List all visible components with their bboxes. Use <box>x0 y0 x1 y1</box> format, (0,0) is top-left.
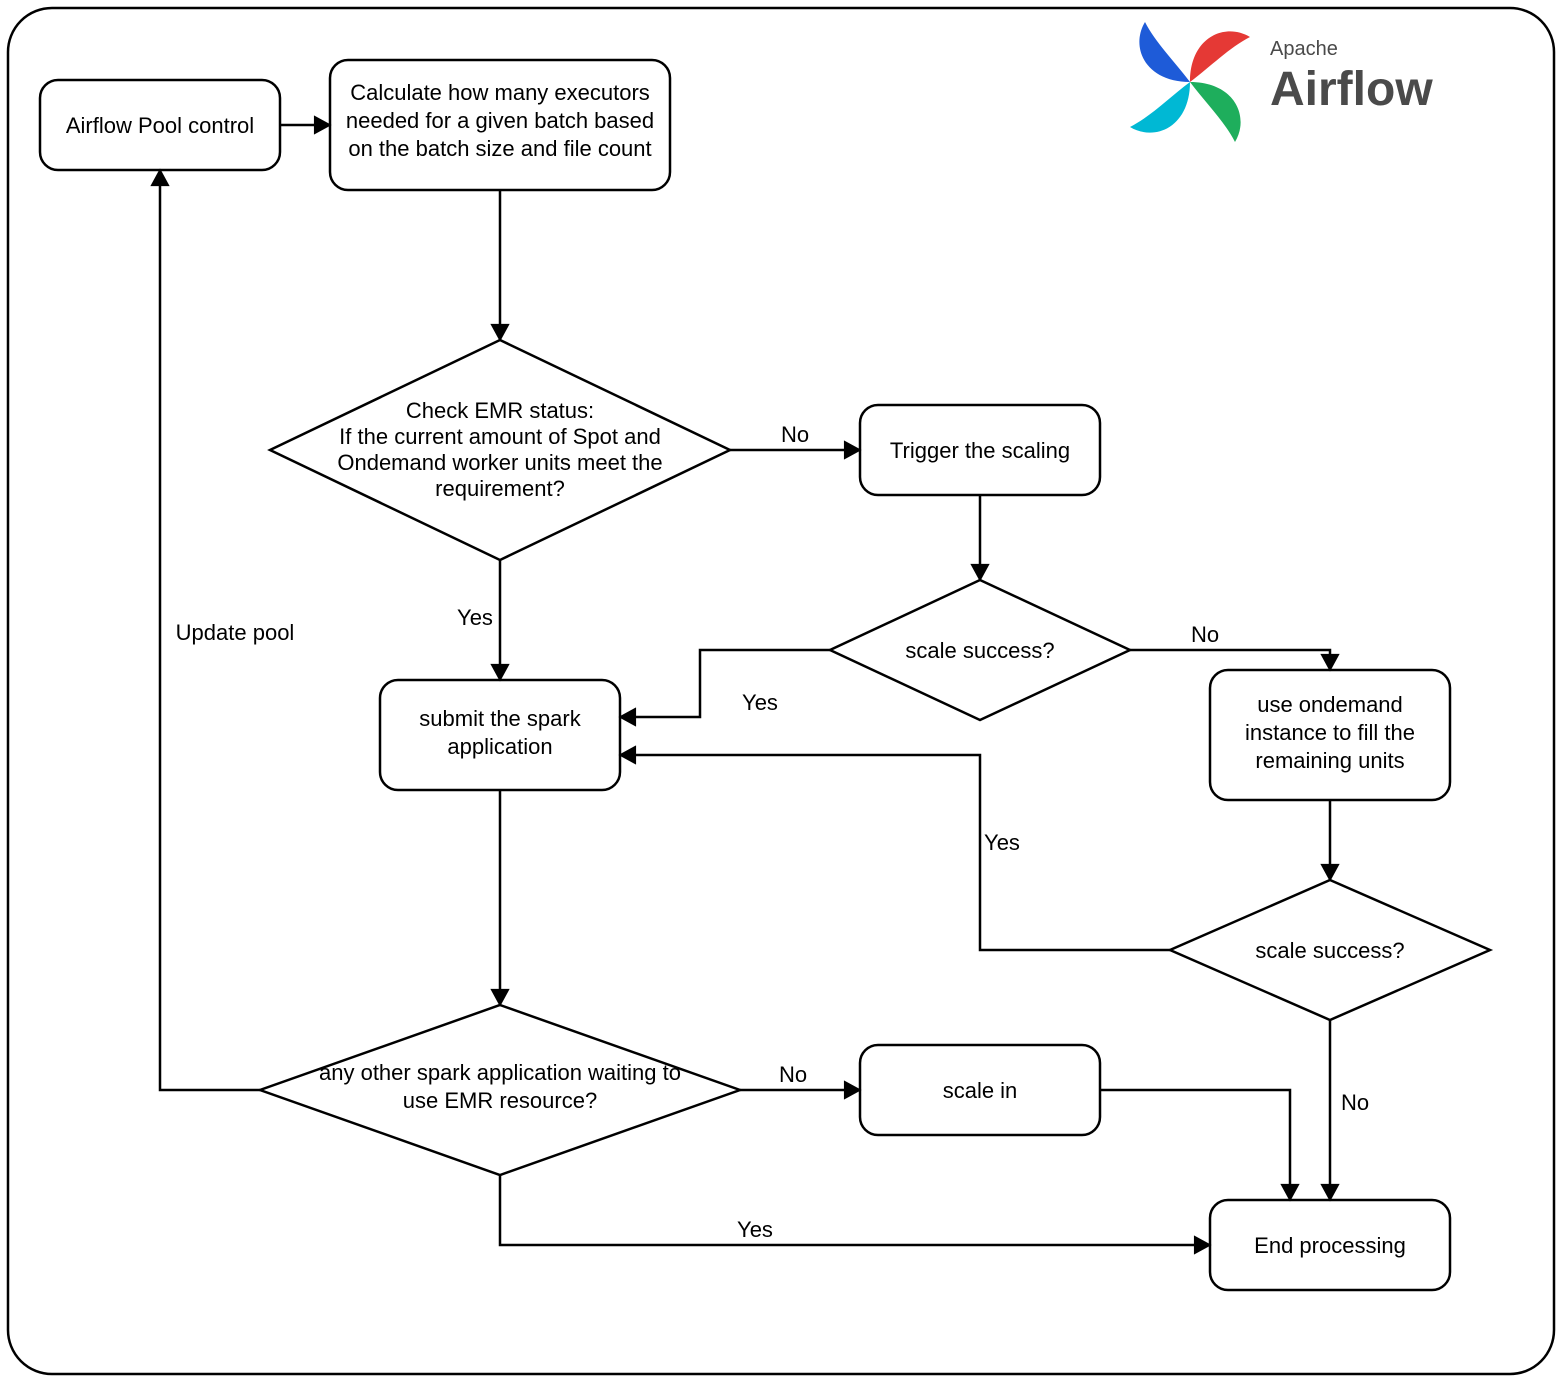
svg-text:If the current amount of Spot: If the current amount of Spot and <box>339 424 661 449</box>
label-scale2-yes: Yes <box>984 830 1020 855</box>
svg-text:Ondemand worker units meet the: Ondemand worker units meet the <box>337 450 662 475</box>
edge-scale1-to-ondemand <box>1130 650 1330 670</box>
svg-text:on the batch size and file cou: on the batch size and file count <box>348 136 651 161</box>
label-anyother-no: No <box>779 1062 807 1087</box>
svg-text:Trigger the scaling: Trigger the scaling <box>890 438 1070 463</box>
svg-text:requirement?: requirement? <box>435 476 565 501</box>
svg-text:remaining units: remaining units <box>1255 748 1404 773</box>
svg-text:use ondemand: use ondemand <box>1257 692 1403 717</box>
node-check-emr-status: Check EMR status: If the current amount … <box>270 340 730 560</box>
node-trigger-scaling: Trigger the scaling <box>860 405 1100 495</box>
node-use-ondemand: use ondemand instance to fill the remain… <box>1210 670 1450 800</box>
airflow-logo-icon <box>1130 22 1250 142</box>
svg-text:scale in: scale in <box>943 1078 1018 1103</box>
label-scale1-no: No <box>1191 622 1219 647</box>
edge-anyother-to-end <box>500 1175 1210 1245</box>
svg-text:any other spark application wa: any other spark application waiting to <box>319 1060 681 1085</box>
node-end-processing: End processing <box>1210 1200 1450 1290</box>
svg-text:Calculate how many executors: Calculate how many executors <box>350 80 650 105</box>
edge-scale1-to-submit <box>620 650 830 717</box>
svg-text:application: application <box>447 734 552 759</box>
label-anyother-yes: Yes <box>737 1217 773 1242</box>
svg-text:Check EMR status:: Check EMR status: <box>406 398 594 423</box>
svg-text:scale success?: scale success? <box>905 638 1054 663</box>
svg-text:instance to fill the: instance to fill the <box>1245 720 1415 745</box>
node-calculate-executors: Calculate how many executors needed for … <box>330 60 670 190</box>
label-scale2-no: No <box>1341 1090 1369 1115</box>
svg-text:scale success?: scale success? <box>1255 938 1404 963</box>
brand-super: Apache <box>1270 38 1338 60</box>
node-submit-spark: submit the spark application <box>380 680 620 790</box>
node-scale-success-1: scale success? <box>830 580 1130 720</box>
label-check-yes: Yes <box>457 605 493 630</box>
edge-scale2-to-submit <box>620 755 1170 950</box>
svg-text:submit the spark: submit the spark <box>419 706 581 731</box>
label-scale1-yes: Yes <box>742 690 778 715</box>
svg-text:End processing: End processing <box>1254 1233 1406 1258</box>
node-any-other-waiting: any other spark application waiting to u… <box>260 1005 740 1175</box>
label-update-pool: Update pool <box>176 620 295 645</box>
node-scale-success-2: scale success? <box>1170 880 1490 1020</box>
node-scale-in: scale in <box>860 1045 1100 1135</box>
node-airflow-pool-control: Airflow Pool control <box>40 80 280 170</box>
edge-scalein-to-end <box>1100 1090 1290 1200</box>
svg-text:Airflow Pool control: Airflow Pool control <box>66 113 254 138</box>
svg-text:use EMR resource?: use EMR resource? <box>403 1088 597 1113</box>
brand-name: Airflow <box>1270 63 1433 116</box>
label-check-no: No <box>781 422 809 447</box>
svg-text:needed for a given batch based: needed for a given batch based <box>346 108 654 133</box>
